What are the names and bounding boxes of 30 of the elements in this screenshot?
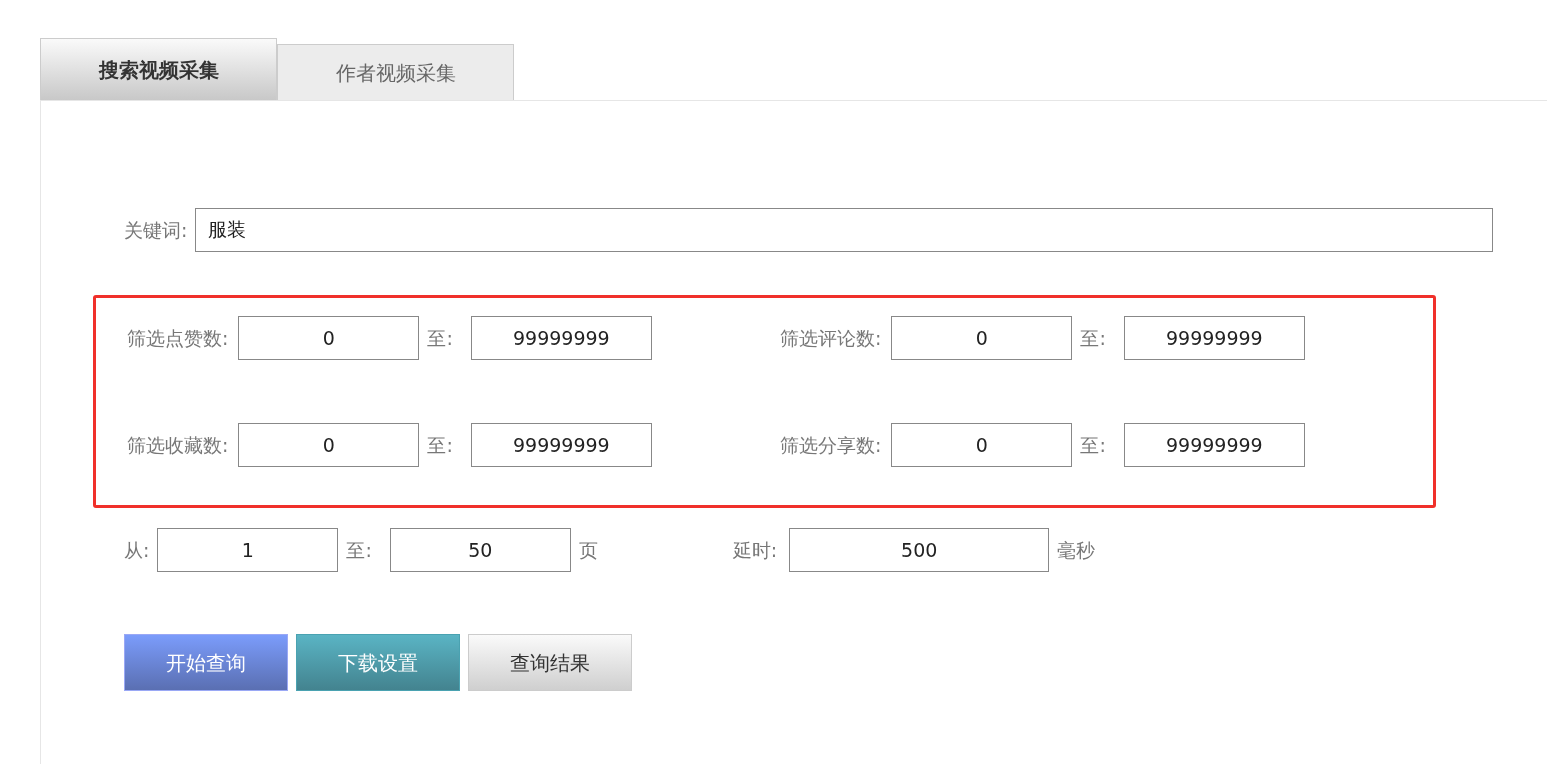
filter-label: 筛选点赞数: bbox=[127, 325, 229, 351]
min-field[interactable]: 0 bbox=[238, 316, 420, 360]
tab[interactable]: 作者视频采集 bbox=[277, 44, 514, 100]
min-field[interactable]: 0 bbox=[891, 423, 1073, 467]
max-field[interactable]: 99999999 bbox=[470, 316, 652, 360]
keyword-field[interactable]: 服装 bbox=[195, 208, 1494, 252]
min-field[interactable]: 0 bbox=[238, 423, 420, 467]
max-field[interactable]: 99999999 bbox=[1123, 423, 1305, 467]
page-from-field[interactable]: 1 bbox=[157, 528, 339, 572]
delay-field[interactable]: 500 bbox=[789, 528, 1050, 572]
keyword-label: 关键词: bbox=[124, 217, 188, 243]
filter-label: 筛选收藏数: bbox=[127, 432, 229, 458]
range-separator: 至: bbox=[427, 432, 453, 458]
tab[interactable]: 搜索视频采集 bbox=[40, 38, 277, 100]
page-to-field[interactable]: 50 bbox=[389, 528, 571, 572]
filter-label: 筛选分享数: bbox=[780, 432, 882, 458]
delay-unit: 毫秒 bbox=[1057, 537, 1096, 563]
range-separator: 至: bbox=[427, 325, 453, 351]
query-results-button[interactable]: 查询结果 bbox=[468, 634, 632, 691]
max-field[interactable]: 99999999 bbox=[1123, 316, 1305, 360]
page-unit: 页 bbox=[578, 537, 598, 563]
min-field[interactable]: 0 bbox=[891, 316, 1073, 360]
range-separator: 至: bbox=[1080, 432, 1106, 458]
page-from-label: 从: bbox=[124, 537, 150, 563]
max-field[interactable]: 99999999 bbox=[470, 423, 652, 467]
start-query-button[interactable]: 开始查询 bbox=[124, 634, 288, 691]
range-separator: 至: bbox=[346, 537, 372, 563]
range-separator: 至: bbox=[1080, 325, 1106, 351]
delay-label: 延时: bbox=[732, 537, 778, 563]
filter-label: 筛选评论数: bbox=[780, 325, 882, 351]
